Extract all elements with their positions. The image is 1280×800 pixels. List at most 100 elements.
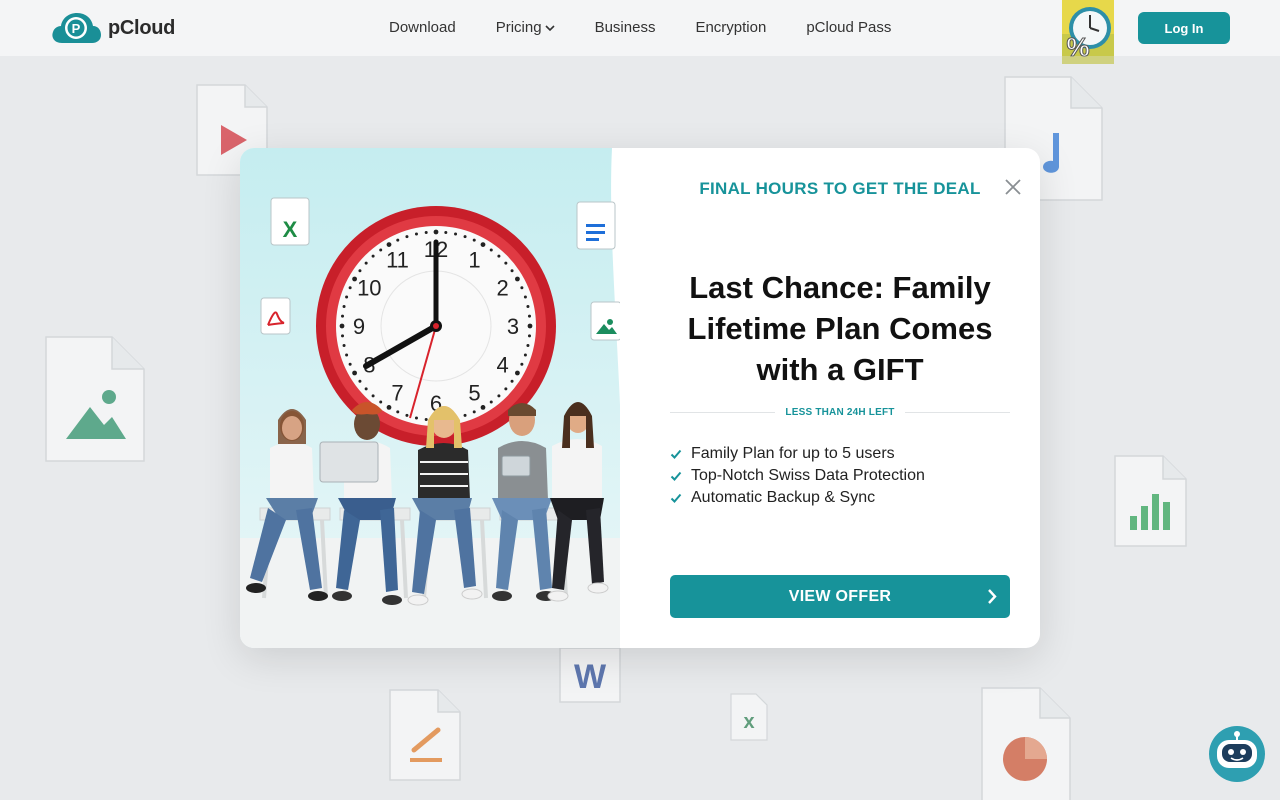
clock-tick [520, 286, 524, 290]
clock-tick [386, 405, 392, 410]
clock-tick [386, 242, 392, 247]
clock-tick [405, 235, 409, 239]
nav-pricing-label: Pricing [495, 19, 542, 36]
doc-float-icon [576, 201, 616, 250]
promo-illustration: X 1 2 3 4 5 6 7 9 10 11 [240, 148, 620, 648]
nav-encryption-label: Encryption [695, 19, 767, 36]
chevron-down-icon [545, 24, 555, 31]
clock-tick [504, 387, 508, 391]
clock-tick [396, 410, 400, 414]
clock-tick [515, 276, 520, 282]
clock-number: 3 [507, 314, 519, 339]
clock-tick [342, 344, 346, 348]
feature-list: Family Plan for up to 5 users Top-Notch … [670, 443, 1010, 509]
login-button[interactable]: Log In [1138, 12, 1230, 44]
clock-tick [424, 417, 428, 421]
clock-tick [454, 232, 458, 236]
clock-tick [379, 248, 383, 252]
brand-name: pCloud [108, 16, 176, 39]
clock-number: 1 [468, 247, 480, 272]
clock-tick [489, 400, 493, 404]
clock-tick [364, 261, 368, 265]
promo-clock-percent-icon[interactable]: % [1062, 0, 1114, 64]
clock-tick [480, 405, 486, 410]
clock-number: 7 [391, 381, 403, 406]
clock-tick [463, 413, 467, 417]
chatbot-icon[interactable] [1207, 724, 1267, 784]
clock-number: 2 [497, 276, 509, 301]
clock-tick [345, 353, 349, 357]
clock-tick [341, 334, 345, 338]
clock-tick [497, 394, 501, 398]
clock-tick [348, 286, 352, 290]
nav-pcloud-pass-label: pCloud Pass [806, 19, 892, 36]
promo-content: FINAL HOURS TO GET THE DEAL Last Chance:… [670, 148, 1011, 648]
nav-business-label: Business [594, 19, 656, 36]
pdf-float-icon [260, 297, 291, 335]
clock-tick [348, 362, 352, 366]
excel-float-icon: X [270, 197, 310, 246]
clock-number: 5 [468, 381, 480, 406]
nav-pcloud-pass[interactable]: pCloud Pass [806, 19, 891, 36]
divider-line-left [670, 412, 776, 413]
image-float-icon [590, 301, 620, 341]
view-offer-button[interactable]: VIEW OFFER [670, 575, 1010, 618]
clock-tick [405, 413, 409, 417]
clock-number: 4 [497, 353, 509, 378]
clock-tick [414, 416, 418, 420]
clock-tick [433, 229, 439, 235]
clock-tick [526, 304, 530, 308]
clock-tick [345, 295, 349, 299]
clock-tick [520, 362, 524, 366]
clock-tick [396, 238, 400, 242]
countdown-divider: LESS THAN 24H LEFT [670, 407, 1011, 418]
clock-tick [510, 379, 514, 383]
clock-tick [510, 269, 514, 273]
clock-number: 9 [353, 314, 365, 339]
feature-text: Family Plan for up to 5 users [691, 445, 895, 462]
check-icon [670, 493, 682, 503]
feature-text: Top-Notch Swiss Data Protection [691, 467, 925, 484]
clock-tick [352, 370, 357, 376]
cloud-logo-icon: P [52, 13, 101, 43]
pcloud-logo[interactable]: P pCloud [50, 11, 175, 45]
clock-tick [472, 238, 476, 242]
nav-business[interactable]: Business [595, 19, 656, 36]
close-icon[interactable] [1004, 178, 1022, 196]
deal-kicker: FINAL HOURS TO GET THE DEAL [699, 179, 981, 198]
clock-tick [527, 323, 533, 329]
clock-tick [526, 344, 530, 348]
clock-number: 10 [357, 276, 381, 301]
clock-tick [358, 379, 362, 383]
clock-tick [424, 231, 428, 235]
clock-tick [358, 269, 362, 273]
clock-tick [523, 353, 527, 357]
chevron-right-icon [988, 589, 997, 604]
nav-encryption[interactable]: Encryption [695, 19, 766, 36]
clock-tick [339, 323, 345, 329]
clock-tick [379, 400, 383, 404]
clock-tick [515, 370, 520, 376]
main-nav: Download Pricing Business Encryption pCl… [389, 19, 891, 36]
clock-tick [527, 334, 531, 338]
nav-download[interactable]: Download [389, 19, 456, 36]
clock-people-illustration: X 123456791011 [240, 148, 620, 648]
clock-tick [480, 242, 486, 247]
clock-tick [371, 254, 375, 258]
clock-tick [364, 387, 368, 391]
clock-tick [371, 394, 375, 398]
promo-headline: Last Chance: Family Lifetime Plan Comes … [687, 270, 993, 387]
login-label: Log In [1164, 20, 1204, 36]
top-header: P pCloud Download Pricing Business Encry… [0, 0, 1280, 64]
clock-tick [504, 261, 508, 265]
clock-tick [489, 248, 493, 252]
nav-download-label: Download [389, 19, 456, 36]
check-icon [670, 471, 682, 481]
feature-item: Top-Notch Swiss Data Protection [670, 465, 1010, 487]
feature-text: Automatic Backup & Sync [691, 489, 876, 506]
clock-number: 11 [386, 247, 409, 272]
clock-tick [341, 314, 345, 318]
clock-tick [414, 232, 418, 236]
nav-pricing[interactable]: Pricing [496, 19, 555, 36]
clock-tick [497, 254, 501, 258]
